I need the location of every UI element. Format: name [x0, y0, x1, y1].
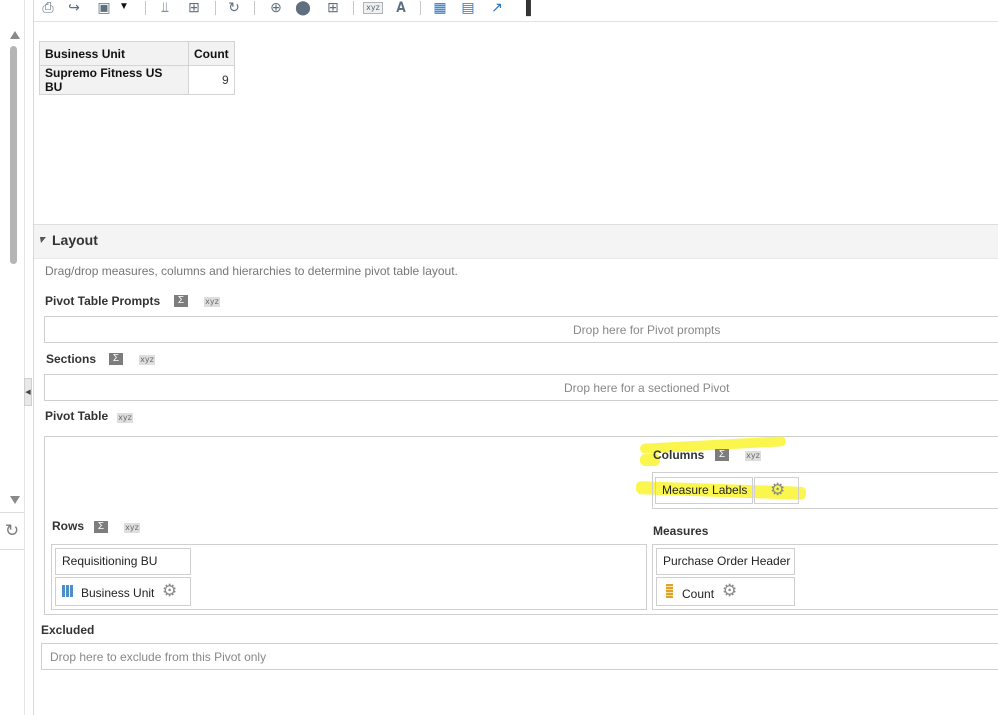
- group-icon[interactable]: ⬤: [293, 0, 313, 16]
- columns-label: Columns: [653, 448, 705, 462]
- pane-divider: [33, 0, 34, 715]
- column-header-business-unit[interactable]: Business Unit: [39, 41, 189, 66]
- scroll-up-arrow-icon[interactable]: [10, 31, 20, 39]
- xyz-icon[interactable]: xyz: [363, 2, 383, 14]
- table-icon[interactable]: ▤: [458, 0, 478, 16]
- requisitioning-bu-folder[interactable]: Requisitioning BU: [55, 548, 191, 575]
- result-table: Business Unit Count Supremo Fitness US B…: [39, 41, 235, 95]
- toolbar-separator: [254, 1, 255, 15]
- sigma-icon[interactable]: Σ: [174, 295, 188, 307]
- print-icon[interactable]: ⎙: [38, 0, 58, 16]
- gear-icon[interactable]: ⚙: [162, 582, 177, 599]
- table-row: Supremo Fitness US BU 9: [39, 65, 235, 95]
- sections-label: Sections: [46, 352, 97, 366]
- xyz-icon[interactable]: xyz: [204, 297, 220, 307]
- purchase-order-header-folder[interactable]: Purchase Order Header: [656, 548, 795, 575]
- column-header-count[interactable]: Count: [188, 41, 235, 66]
- graph-icon[interactable]: ↗: [487, 0, 507, 16]
- bar-chart-icon[interactable]: ▐: [516, 0, 536, 16]
- pivot-prompts-dropzone[interactable]: Drop here for Pivot prompts: [44, 316, 998, 343]
- hierarchy-column-icon: [62, 585, 74, 597]
- insert-icon[interactable]: ⊕: [266, 0, 286, 16]
- sections-dropzone[interactable]: Drop here for a sectioned Pivot: [44, 374, 998, 401]
- xyz-icon[interactable]: xyz: [745, 451, 761, 461]
- excluded-dropzone[interactable]: Drop here to exclude from this Pivot onl…: [41, 643, 998, 670]
- collapse-triangle-icon[interactable]: [40, 237, 46, 243]
- pivot-icon[interactable]: ▦: [430, 0, 450, 16]
- calc-icon[interactable]: ⊞: [323, 0, 343, 16]
- count-cell[interactable]: 9: [188, 65, 235, 95]
- pivot-table-label: Pivot Table: [45, 409, 109, 423]
- selector-icon[interactable]: ⊞: [184, 0, 204, 16]
- sigma-icon[interactable]: Σ: [109, 353, 123, 365]
- collapse-pane-handle[interactable]: ◀: [24, 378, 32, 406]
- view-icon[interactable]: ▣: [94, 0, 114, 16]
- gear-icon[interactable]: ⚙: [770, 481, 785, 498]
- refresh-icon[interactable]: ↻: [224, 0, 244, 16]
- table-header-row: Business Unit Count: [39, 41, 235, 66]
- layout-title: Layout: [52, 232, 98, 248]
- toolbar: ⎙ ↪ ▣ ▼ ⫫ ⊞ ↻ ⊕ ⬤ ⊞ xyz 𝐀 ▦ ▤ ↗ ▐: [34, 0, 998, 22]
- scroll-down-arrow-icon[interactable]: [10, 496, 20, 504]
- layout-help-text: Drag/drop measures, columns and hierarch…: [45, 264, 458, 278]
- xyz-icon[interactable]: xyz: [139, 355, 155, 365]
- measure-labels-chip[interactable]: Measure Labels: [655, 477, 753, 504]
- sigma-icon[interactable]: Σ: [94, 521, 108, 533]
- excluded-label: Excluded: [41, 623, 95, 637]
- dropdown-icon[interactable]: ▼: [114, 0, 134, 16]
- xyz-icon[interactable]: xyz: [124, 523, 140, 533]
- sigma-icon[interactable]: Σ: [715, 449, 729, 461]
- layout-section-header[interactable]: [34, 224, 998, 259]
- toolbar-separator: [145, 1, 146, 15]
- filter-icon[interactable]: ⫫: [155, 0, 175, 16]
- refresh-icon[interactable]: ↻: [0, 512, 24, 550]
- rows-label: Rows: [52, 519, 85, 533]
- business-unit-label: Business Unit: [81, 586, 155, 600]
- left-scrollbar-thumb[interactable]: [10, 46, 17, 264]
- pivot-prompts-label: Pivot Table Prompts: [45, 294, 161, 308]
- gear-icon[interactable]: ⚙: [722, 582, 737, 599]
- toolbar-separator: [420, 1, 421, 15]
- export-icon[interactable]: ↪: [64, 0, 84, 16]
- xyz-icon[interactable]: xyz: [117, 413, 133, 423]
- text-icon[interactable]: 𝐀: [391, 0, 411, 16]
- toolbar-separator: [215, 1, 216, 15]
- toolbar-separator: [353, 1, 354, 15]
- measure-ruler-icon: [666, 584, 673, 598]
- measures-label: Measures: [653, 524, 709, 538]
- row-header-cell[interactable]: Supremo Fitness US BU: [39, 65, 189, 95]
- count-label: Count: [682, 587, 715, 601]
